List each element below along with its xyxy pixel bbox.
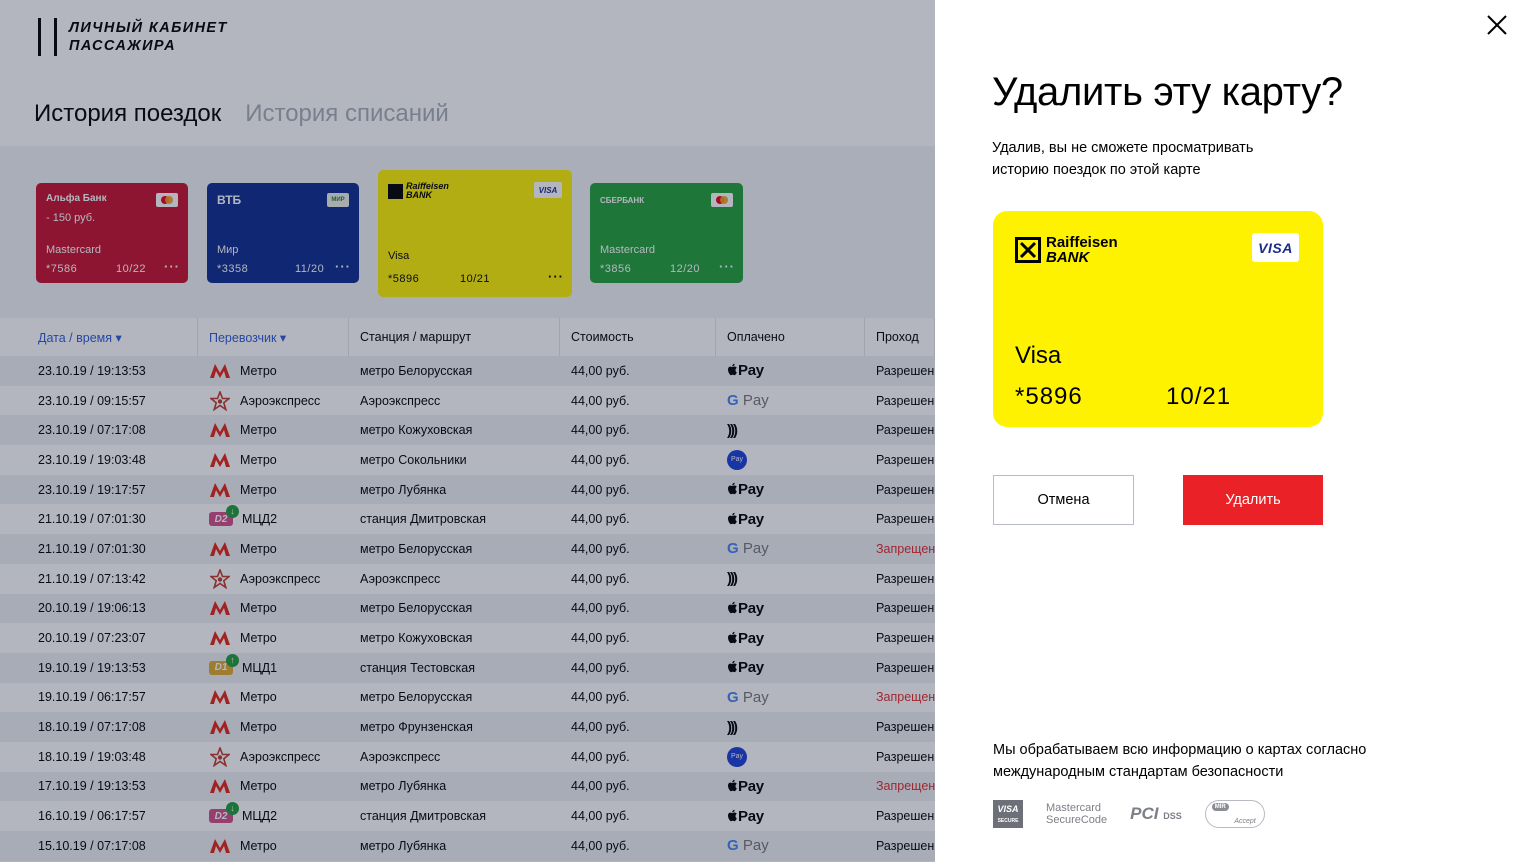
trip-history-page: ЛИЧНЫЙ КАБИНЕТ ПАССАЖИРА История поездок… — [0, 0, 935, 862]
security-notice: Мы обрабатываем всю информацию о картах … — [993, 742, 1367, 780]
security-logos: VISA SECURE Mastercard SecureCode PCI DS… — [993, 800, 1265, 828]
modal-backdrop[interactable] — [0, 0, 935, 862]
delete-card-dialog: Удалить эту карту? Удалив, вы не сможете… — [935, 0, 1522, 862]
raiffeisen-logo-icon — [1015, 237, 1041, 263]
selected-card-preview: Raiffeisen BANK VISA Visa *5896 10/21 — [993, 211, 1323, 427]
mir-accept-logo: MIR Accept — [1204, 800, 1265, 828]
close-icon[interactable] — [1486, 14, 1508, 36]
cancel-button[interactable]: Отмена — [993, 475, 1134, 525]
visa-secure-logo: VISA SECURE — [993, 800, 1023, 828]
delete-button[interactable]: Удалить — [1183, 475, 1323, 525]
pci-dss-logo: PCI DSS — [1130, 804, 1182, 823]
card-type: Visa — [1015, 342, 1062, 369]
visa-icon: VISA — [1252, 233, 1299, 262]
card-number: *5896 — [1015, 383, 1083, 410]
mastercard-securecode-logo: Mastercard SecureCode — [1046, 802, 1108, 826]
bank-name-line1: Raiffeisen — [1046, 234, 1118, 251]
dialog-description: Удалив, вы не сможете просматривать исто… — [992, 140, 1254, 178]
card-expiry: 10/21 — [1166, 383, 1232, 410]
raiffeisen-logo: Raiffeisen BANK — [1015, 235, 1118, 265]
dialog-title: Удалить эту карту? — [992, 70, 1343, 114]
bank-name-line2: BANK — [1046, 249, 1090, 266]
